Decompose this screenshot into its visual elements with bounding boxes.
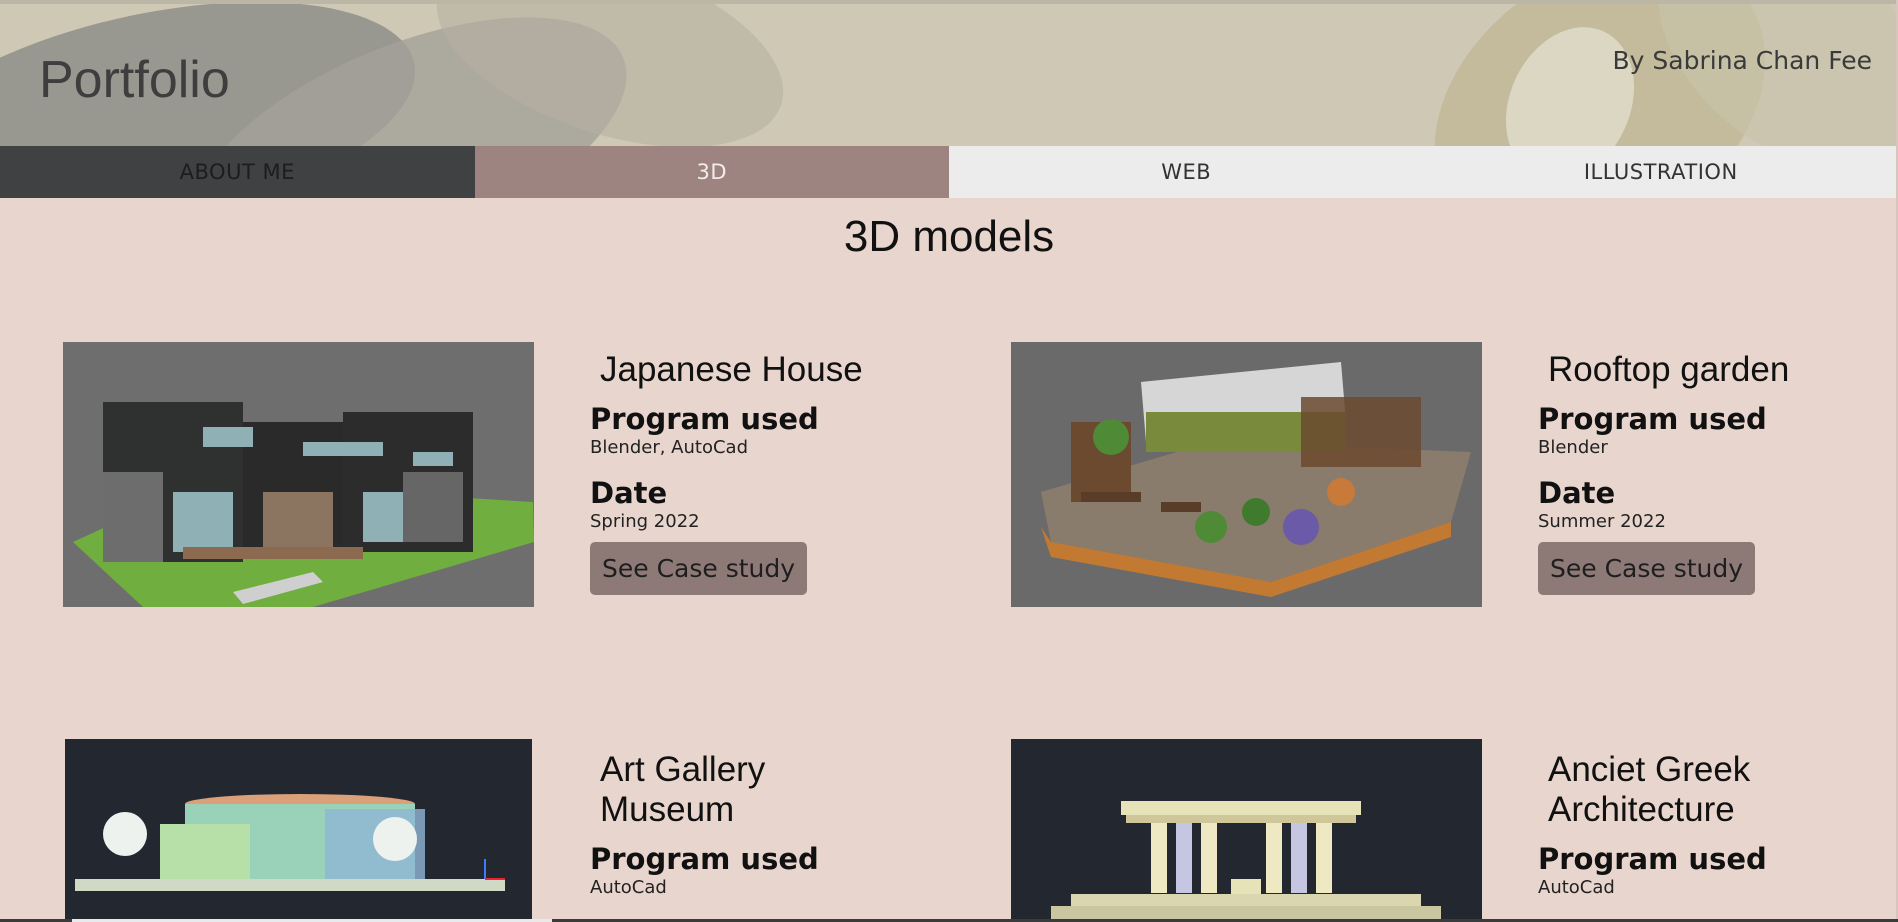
program-value: Blender, AutoCad xyxy=(590,437,748,458)
program-label: Program used xyxy=(1538,842,1767,876)
site-title[interactable]: Portfolio xyxy=(39,50,230,110)
project-card-greek-architecture: Anciet Greek Architecture Program used A… xyxy=(1538,750,1858,900)
house-render xyxy=(63,402,534,607)
program-label: Program used xyxy=(1538,402,1767,436)
see-case-study-button[interactable]: See Case study xyxy=(590,542,808,595)
project-card-art-gallery: Art Gallery Museum Program used AutoCad xyxy=(590,750,910,900)
date-label: Date xyxy=(1538,476,1616,510)
date-value: Summer 2022 xyxy=(1538,511,1666,532)
program-value: AutoCad xyxy=(1538,877,1615,898)
art-gallery-image[interactable] xyxy=(65,739,532,922)
gallery-render xyxy=(75,794,505,891)
tab-3d[interactable]: 3D xyxy=(474,146,949,198)
japanese-house-image[interactable] xyxy=(63,342,534,607)
project-card-japanese-house: Japanese House Program used Blender, Aut… xyxy=(590,350,910,595)
program-label: Program used xyxy=(590,402,819,436)
greek-architecture-image[interactable] xyxy=(1011,739,1482,922)
see-case-study-button[interactable]: See Case study xyxy=(1538,542,1756,595)
project-title: Anciet Greek Architecture xyxy=(1548,750,1751,829)
project-title: Rooftop garden xyxy=(1548,350,1790,389)
program-value: AutoCad xyxy=(590,877,667,898)
date-label: Date xyxy=(590,476,668,510)
main-nav: ABOUT ME 3D WEB ILLUSTRATION xyxy=(0,146,1898,198)
rooftop-render xyxy=(1041,362,1471,597)
page-title: 3D models xyxy=(843,212,1055,261)
tab-about-me[interactable]: ABOUT ME xyxy=(0,146,475,198)
greek-render xyxy=(1051,801,1441,922)
program-label: Program used xyxy=(590,842,819,876)
project-card-rooftop-garden: Rooftop garden Program used Blender Date… xyxy=(1538,350,1858,595)
rooftop-garden-image[interactable] xyxy=(1011,342,1482,607)
program-value: Blender xyxy=(1538,437,1608,458)
date-value: Spring 2022 xyxy=(590,511,700,532)
tab-illustration[interactable]: ILLUSTRATION xyxy=(1423,146,1898,198)
author-name: By Sabrina Chan Fee xyxy=(1612,46,1872,75)
header-banner: Portfolio By Sabrina Chan Fee xyxy=(0,0,1898,146)
project-title: Japanese House xyxy=(600,350,863,389)
tab-web[interactable]: WEB xyxy=(949,146,1424,198)
project-title: Art Gallery Museum xyxy=(600,750,766,829)
